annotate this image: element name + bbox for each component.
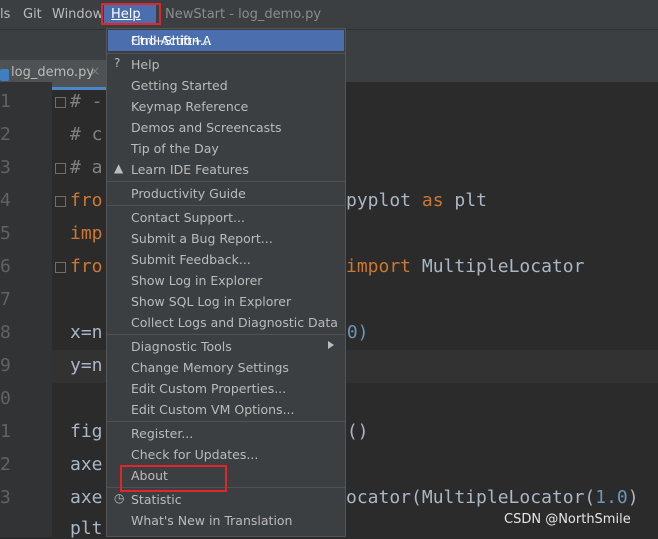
fold-icon[interactable]	[55, 196, 66, 207]
code-line-6-tail[interactable]: import MultipleLocator	[346, 256, 584, 277]
menu-item-diagnostic-tools[interactable]: Diagnostic Tools	[131, 339, 232, 354]
menu-separator	[107, 334, 345, 335]
code-line-4[interactable]: fro	[70, 190, 103, 211]
code-line-1[interactable]: # -	[70, 91, 103, 112]
code-line-9[interactable]: y=n	[70, 355, 103, 376]
line-number: 3	[0, 487, 11, 508]
fold-icon[interactable]	[55, 97, 66, 108]
menu-item-keymap-reference[interactable]: Keymap Reference	[131, 99, 248, 114]
menu-item-productivity-guide[interactable]: Productivity Guide	[131, 186, 246, 201]
window-title: NewStart - log_demo.py	[165, 7, 322, 22]
menu-item-tip-of-the-day[interactable]: Tip of the Day	[131, 141, 219, 156]
code-number: 1.0	[595, 487, 628, 508]
menu-item-edit-vm-options[interactable]: Edit Custom VM Options...	[131, 402, 295, 417]
code-line-3[interactable]: # a	[70, 157, 103, 178]
line-number: 0	[0, 388, 11, 409]
fold-icon[interactable]	[55, 262, 66, 273]
menu-separator	[107, 53, 345, 54]
code-line-5[interactable]: imp	[70, 223, 103, 244]
menu-git[interactable]: Git	[23, 7, 42, 22]
tab-label: log_demo.py	[11, 65, 95, 80]
python-file-icon	[0, 69, 9, 81]
code-line-13-tail[interactable]: ocator(MultipleLocator(1.0)	[346, 487, 639, 508]
menu-item-submit-feedback[interactable]: Submit Feedback...	[131, 252, 251, 267]
menu-item-whats-new-translation[interactable]: What's New in Translation	[131, 513, 292, 528]
line-number: 5	[0, 223, 11, 244]
line-number: 7	[0, 289, 11, 310]
line-number: 2	[0, 454, 11, 475]
menu-separator	[107, 181, 345, 182]
line-number: 3	[0, 157, 11, 178]
menu-item-change-memory[interactable]: Change Memory Settings	[131, 360, 289, 375]
menu-item-submit-bug[interactable]: Submit a Bug Report...	[131, 231, 273, 246]
menu-window[interactable]: Window	[52, 7, 103, 22]
code-line-11[interactable]: fig	[70, 421, 103, 442]
line-number: 8	[0, 322, 11, 343]
module-name: pyplot	[346, 190, 412, 211]
submenu-arrow-icon	[328, 341, 334, 349]
menu-item-getting-started[interactable]: Getting Started	[131, 78, 228, 93]
menu-tools[interactable]: ls	[0, 7, 10, 22]
menu-item-statistic[interactable]: Statistic	[131, 492, 182, 507]
menu-item-help[interactable]: Help	[131, 57, 160, 72]
code-line-4-tail[interactable]: pyplot as plt	[346, 190, 487, 211]
menu-item-register[interactable]: Register...	[131, 426, 193, 441]
menu-item-edit-properties[interactable]: Edit Custom Properties...	[131, 381, 286, 396]
menu-separator	[107, 421, 345, 422]
close-icon[interactable]: ×	[90, 64, 100, 78]
menu-item-show-log[interactable]: Show Log in Explorer	[131, 273, 262, 288]
about-highlight-box	[120, 465, 227, 492]
code-paren: )	[627, 487, 639, 508]
code-call: ocator(MultipleLocator(	[346, 487, 596, 508]
code-line-12[interactable]: axe	[70, 454, 103, 475]
line-number: 1	[0, 91, 11, 112]
menu-item-learn-ide[interactable]: Learn IDE Features	[131, 162, 249, 177]
menu-item-contact-support[interactable]: Contact Support...	[131, 210, 245, 225]
question-icon: ?	[114, 56, 121, 70]
menu-item-find-action[interactable]: Find Action... Ctrl+Shift+A	[108, 30, 344, 51]
line-number: 4	[0, 190, 11, 211]
code-line-2[interactable]: # c	[70, 124, 103, 145]
alias-name: plt	[454, 190, 487, 211]
import-name: MultipleLocator	[421, 256, 585, 277]
graduation-cap-icon: ▲	[114, 161, 124, 175]
clock-icon: ◷	[114, 491, 125, 505]
code-line-13[interactable]: axe	[70, 487, 103, 508]
help-menu-dropdown: Find Action... Ctrl+Shift+A ? Help Getti…	[106, 28, 346, 537]
keyword-import: import	[346, 256, 412, 277]
keyword-as: as	[421, 190, 444, 211]
fold-icon[interactable]	[55, 163, 66, 174]
code-line-8[interactable]: x=n	[70, 322, 103, 343]
menu-item-demos[interactable]: Demos and Screencasts	[131, 120, 282, 135]
menu-separator	[107, 205, 345, 206]
help-highlight-box	[101, 3, 161, 25]
menu-item-collect-logs[interactable]: Collect Logs and Diagnostic Data	[131, 315, 338, 330]
shortcut-label: Ctrl+Shift+A	[131, 33, 212, 48]
line-number: 6	[0, 256, 11, 277]
watermark: CSDN @NorthSmile	[504, 512, 631, 527]
line-number: 2	[0, 124, 11, 145]
code-line-6[interactable]: fro	[70, 256, 103, 277]
menu-bar: ls Git Window Help NewStart - log_demo.p…	[0, 0, 658, 30]
menu-item-show-sql-log[interactable]: Show SQL Log in Explorer	[131, 294, 291, 309]
line-number: 9	[0, 355, 11, 376]
menu-item-check-updates[interactable]: Check for Updates...	[131, 447, 258, 462]
line-number: 1	[0, 421, 11, 442]
